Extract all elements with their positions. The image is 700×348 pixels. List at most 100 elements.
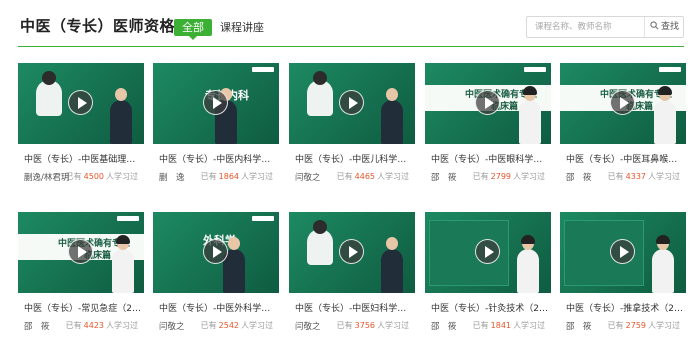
course-card[interactable]: 中医（专长）-中医妇科学（20 闫敬之 已有 3756 人学习过 [289,212,415,337]
course-thumbnail[interactable] [289,63,415,144]
course-title[interactable]: 中医（专长）-中医外科学（20 [159,301,277,314]
course-teacher: 闫敬之 [295,322,321,332]
play-icon[interactable] [610,239,635,264]
course-teacher: 邵 筱 [431,322,457,332]
learner-count: 已有 4500 人学习过 [66,171,138,182]
play-icon[interactable] [339,239,364,264]
header-divider [18,46,684,47]
learners-suffix: 人学习过 [513,172,545,181]
learners-prefix: 已有 [607,172,624,181]
course-card[interactable]: 专长内科中医（专长）-中医内科学（20 蒯 逸 已有1864人学习过 [153,63,279,188]
learner-count: 已有 4465 人学习过 [337,171,409,182]
learners-prefix: 已有 [65,321,82,330]
course-card[interactable]: 中医医术确有专长 临床篇中医（专长）-中医耳鼻喉科学（ 邵 筱 已有 4337 人学习过 [560,63,686,188]
learner-count: 已有 4337 人学习过 [608,171,680,182]
course-teacher: 邵 筱 [431,173,457,183]
course-teacher: 邵 筱 [566,173,592,183]
course-card[interactable]: 中医（专长）-中医基础理论（ 蒯逸/林君玥 已有 4500 人学习过 [18,63,144,188]
course-thumbnail[interactable]: 中医医术确有专长 临床篇 [560,63,686,144]
learners-suffix: 人学习过 [648,321,680,330]
course-title[interactable]: 中医（专长）-中医儿科学（20 [295,152,413,165]
learners-prefix: 已有 [607,321,624,330]
learner-count: 已有 2759 人学习过 [608,320,680,331]
course-teacher: 蒯逸/林君玥 [24,173,70,183]
play-icon[interactable] [610,90,635,115]
course-thumbnail[interactable] [425,212,551,293]
course-teacher: 闫敬之 [159,322,185,332]
learners-number: 4423 [83,321,104,330]
course-thumbnail[interactable]: 中医医术确有专长 临床篇 [425,63,551,144]
learners-number: 1864 [218,172,239,181]
course-title[interactable]: 中医（专长）-中医内科学（20 [159,152,277,165]
search-input[interactable] [527,17,644,37]
learners-suffix: 人学习过 [106,172,138,181]
course-teacher: 闫敬之 [295,173,321,183]
search-box: 查找 [526,16,684,38]
course-card[interactable]: 中医（专长）-中医儿科学（20 闫敬之 已有 4465 人学习过 [289,63,415,188]
learners-suffix: 人学习过 [648,172,680,181]
learners-number: 2759 [625,321,646,330]
learners-suffix: 人学习过 [513,321,545,330]
learner-count: 已有 2542 人学习过 [201,320,273,331]
course-card[interactable]: 中医（专长）-针灸技术（201 邵 筱 已有 1841 人学习过 [425,212,551,337]
play-icon[interactable] [203,90,228,115]
course-thumbnail[interactable] [289,212,415,293]
course-title[interactable]: 中医（专长）-推拿技术（201 [566,301,684,314]
learners-suffix: 人学习过 [241,321,273,330]
course-card[interactable]: 中医（专长）-推拿技术（201 邵 筱 已有 2759 人学习过 [560,212,686,337]
course-teacher: 蒯 逸 [159,173,185,183]
course-title[interactable]: 中医（专长）-中医眼科学（20 [431,152,549,165]
play-icon[interactable] [68,239,93,264]
course-title[interactable]: 中医（专长）-中医基础理论（ [24,152,142,165]
page-header: 中医（专长）医师资格 全部 课程讲座 查找 [0,0,700,48]
course-thumbnail[interactable]: 专长内科 [153,63,279,144]
learner-count: 已有 1864 人学习过 [201,171,273,182]
learners-suffix: 人学习过 [106,321,138,330]
learners-prefix: 已有 [200,172,217,181]
course-title[interactable]: 中医（专长）-针灸技术（201 [431,301,549,314]
course-card[interactable]: 中医医术确有专长 临床篇中医（专长）-中医眼科学（20 邵 筱 已有 2799 人学习过 [425,63,551,188]
course-title[interactable]: 中医（专长）-中医耳鼻喉科学（ [566,152,684,165]
tab-lectures[interactable]: 课程讲座 [220,19,264,36]
play-icon[interactable] [475,239,500,264]
play-icon[interactable] [475,90,500,115]
learners-prefix: 已有 [336,172,353,181]
learner-count: 已有 3756 人学习过 [337,320,409,331]
search-button-label: 查找 [661,22,680,32]
search-icon [650,21,659,30]
course-card[interactable]: 外科学中医（专长）-中医外科学（20 闫敬之 已有2542人学习过 [153,212,279,337]
search-button[interactable]: 查找 [644,17,683,37]
play-icon[interactable] [68,90,93,115]
course-title[interactable]: 中医（专长）-常见急症（201 [24,301,142,314]
learner-count: 已有 2799 人学习过 [473,171,545,182]
learners-suffix: 人学习过 [377,172,409,181]
course-thumbnail[interactable]: 外科学 [153,212,279,293]
learners-number: 2799 [490,172,511,181]
learners-prefix: 已有 [65,172,82,181]
learners-number: 2542 [218,321,239,330]
learners-number: 4465 [354,172,375,181]
play-icon[interactable] [339,90,364,115]
course-title[interactable]: 中医（专长）-中医妇科学（20 [295,301,413,314]
course-teacher: 邵 筱 [24,322,50,332]
learners-number: 1841 [490,321,511,330]
tab-all[interactable]: 全部 [174,19,212,40]
learner-count: 已有 1841 人学习过 [473,320,545,331]
learners-number: 3756 [354,321,375,330]
course-card[interactable]: 中医医术确有专长 临床篇中医（专长）-常见急症（201 邵 筱 已有 4423 人学习过 [18,212,144,337]
learners-prefix: 已有 [472,321,489,330]
page-title: 中医（专长）医师资格 [20,17,176,35]
course-thumbnail[interactable] [18,63,144,144]
learners-number: 4500 [83,172,104,181]
course-teacher: 邵 筱 [566,322,592,332]
play-icon[interactable] [203,239,228,264]
course-thumbnail[interactable] [560,212,686,293]
learners-prefix: 已有 [472,172,489,181]
course-thumbnail[interactable]: 中医医术确有专长 临床篇 [18,212,144,293]
learners-number: 4337 [625,172,646,181]
learner-count: 已有 4423 人学习过 [66,320,138,331]
learners-prefix: 已有 [200,321,217,330]
learners-suffix: 人学习过 [241,172,273,181]
learners-prefix: 已有 [336,321,353,330]
learners-suffix: 人学习过 [377,321,409,330]
